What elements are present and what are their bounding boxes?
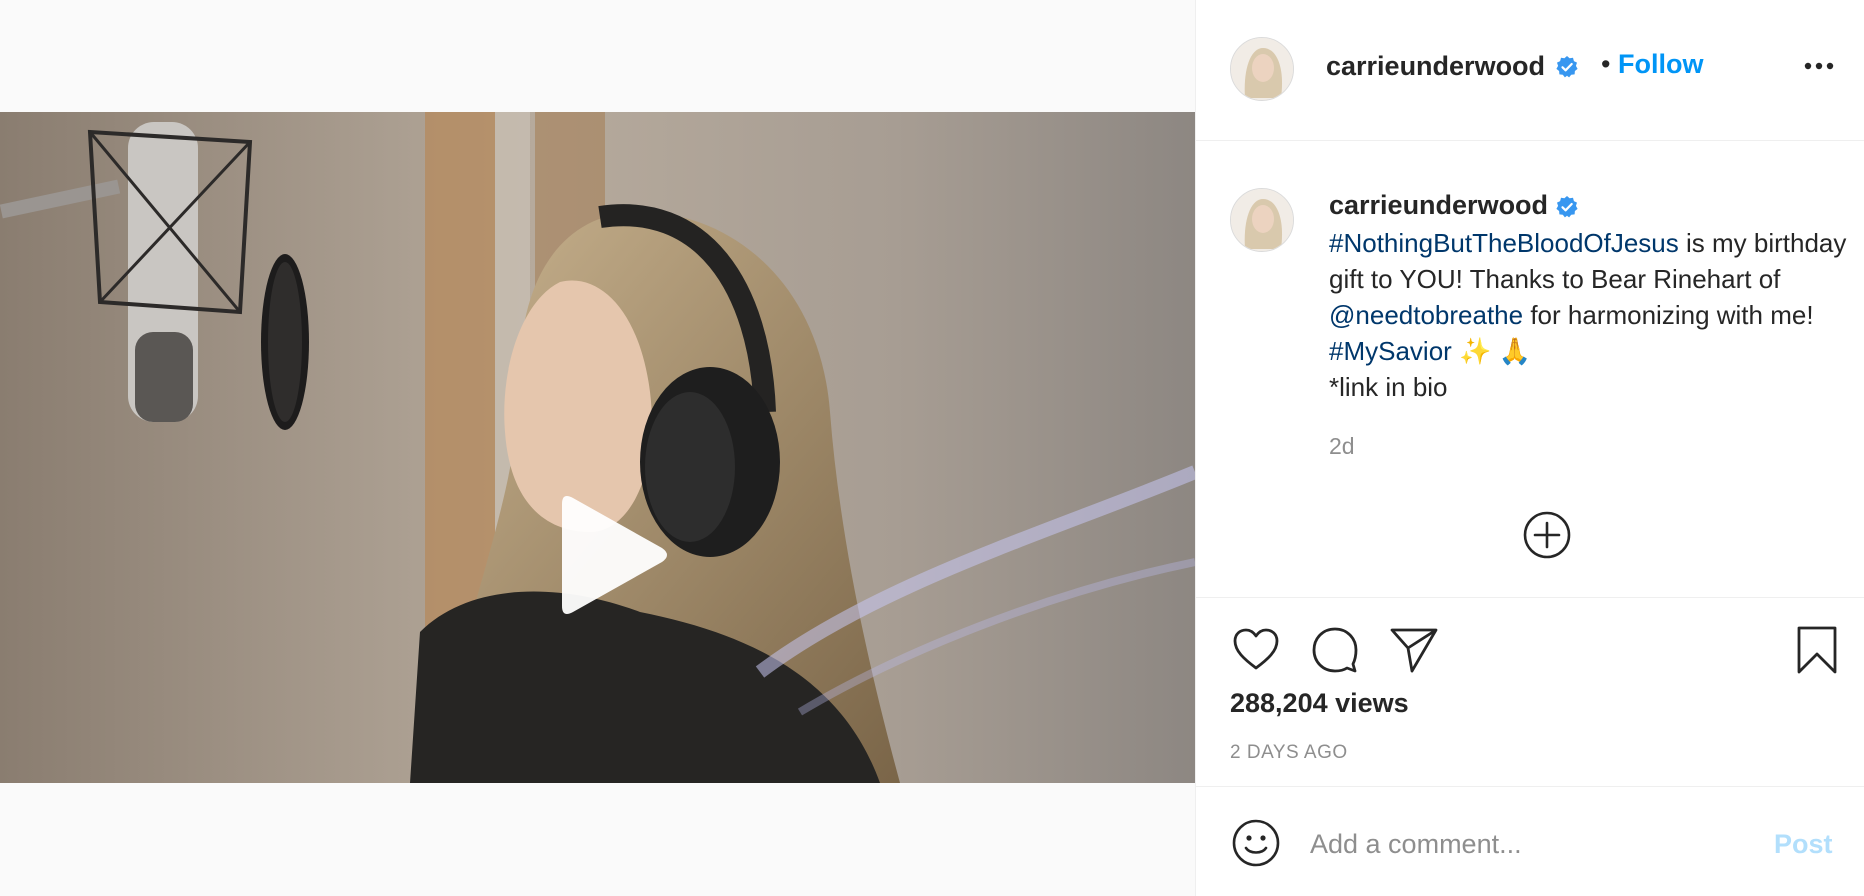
post-side-panel: carrieunderwood • Follow carrieunderwood… (1195, 0, 1864, 896)
comment-bubble-icon[interactable] (1309, 624, 1361, 676)
author-avatar[interactable] (1230, 37, 1294, 101)
smiley-icon[interactable] (1230, 817, 1282, 869)
comment-input[interactable] (1308, 817, 1752, 871)
caption-emoji: ✨ 🙏 (1451, 336, 1532, 367)
paper-plane-icon[interactable] (1388, 624, 1440, 676)
video-frame (0, 112, 1195, 783)
author-username[interactable]: carrieunderwood (1326, 51, 1545, 82)
post-comment-button[interactable]: Post (1774, 829, 1833, 860)
views-count[interactable]: 288,204 views (1230, 688, 1409, 719)
post-caption: carrieunderwood #NothingButTheBloodOfJes… (1196, 141, 1864, 598)
caption-timestamp[interactable]: 2d (1329, 433, 1355, 460)
hashtag-link[interactable]: #NothingButTheBloodOfJesus (1329, 228, 1679, 258)
play-icon (562, 496, 667, 614)
verified-badge-icon (1555, 189, 1579, 225)
caption-author-avatar[interactable] (1230, 188, 1294, 252)
caption-body-2: for harmonizing with me! (1523, 300, 1814, 331)
avatar-image (1231, 189, 1293, 251)
heart-icon[interactable] (1230, 624, 1282, 676)
more-options-icon[interactable] (1803, 60, 1835, 72)
post-video[interactable] (0, 112, 1195, 783)
verified-badge-icon (1555, 55, 1579, 84)
caption-username[interactable]: carrieunderwood (1329, 190, 1548, 220)
post-date[interactable]: 2 DAYS AGO (1230, 742, 1348, 764)
bookmark-icon[interactable] (1791, 624, 1843, 676)
play-button[interactable] (542, 490, 672, 620)
follow-button[interactable]: Follow (1618, 49, 1703, 80)
instagram-post-page: carrieunderwood • Follow carrieunderwood… (0, 0, 1864, 896)
media-area (0, 0, 1195, 896)
caption-text: carrieunderwood #NothingButTheBloodOfJes… (1329, 187, 1849, 405)
add-comment-bar: Post (1196, 786, 1864, 896)
separator-dot: • (1601, 49, 1611, 79)
mention-link[interactable]: @needtobreathe (1329, 300, 1523, 330)
caption-body-3: *link in bio (1329, 372, 1448, 403)
avatar-image (1231, 38, 1293, 100)
hashtag-link[interactable]: #MySavior (1329, 336, 1452, 366)
post-header: carrieunderwood • Follow (1196, 0, 1864, 141)
plus-circle-icon[interactable] (1522, 510, 1572, 560)
